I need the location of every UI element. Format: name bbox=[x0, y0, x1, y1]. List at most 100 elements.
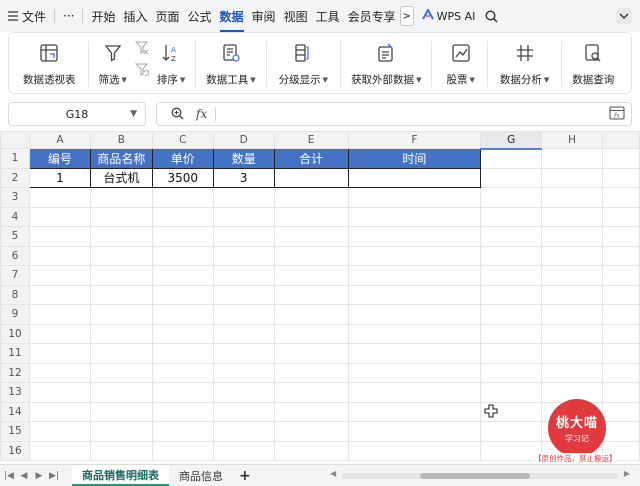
cell[interactable] bbox=[347, 226, 482, 247]
row-header[interactable]: 7 bbox=[0, 265, 30, 286]
cell[interactable] bbox=[541, 304, 604, 325]
cell[interactable] bbox=[541, 206, 604, 227]
header-cell-id[interactable]: 编号 bbox=[28, 148, 91, 169]
cell[interactable] bbox=[28, 362, 91, 383]
tab-data[interactable]: 数据 bbox=[216, 8, 248, 32]
cell[interactable] bbox=[89, 323, 153, 344]
row-header[interactable]: 1 bbox=[0, 148, 30, 169]
row-header[interactable]: 14 bbox=[0, 401, 30, 422]
cell[interactable] bbox=[480, 148, 543, 169]
cell[interactable] bbox=[89, 382, 153, 403]
cell[interactable] bbox=[89, 245, 153, 266]
clear-filter-icon[interactable] bbox=[134, 41, 149, 55]
cell[interactable] bbox=[151, 362, 214, 383]
cell[interactable] bbox=[28, 245, 91, 266]
cell[interactable] bbox=[347, 323, 482, 344]
cell[interactable] bbox=[89, 304, 153, 325]
cell[interactable] bbox=[28, 382, 91, 403]
stocks-button[interactable]: 股票 ▼ bbox=[446, 33, 475, 87]
cell-product-name[interactable]: 台式机 bbox=[89, 167, 153, 188]
header-cell-unit-price[interactable]: 单价 bbox=[151, 148, 214, 169]
cell[interactable] bbox=[480, 440, 543, 461]
row-header[interactable]: 6 bbox=[0, 245, 30, 266]
row-header[interactable]: 3 bbox=[0, 187, 30, 208]
select-all-corner[interactable] bbox=[0, 131, 30, 149]
cell[interactable] bbox=[480, 245, 543, 266]
wps-ai-button[interactable]: WPS AI bbox=[421, 7, 475, 24]
zoom-icon[interactable] bbox=[171, 105, 184, 124]
cell[interactable] bbox=[89, 206, 153, 227]
formula-input-area[interactable]: fx fx bbox=[156, 102, 632, 126]
cell[interactable] bbox=[151, 226, 214, 247]
cell[interactable] bbox=[89, 343, 153, 364]
cell[interactable] bbox=[602, 304, 640, 325]
add-sheet-button[interactable]: + bbox=[239, 468, 251, 484]
get-external-data-button[interactable]: 获取外部数据 ▼ bbox=[351, 33, 421, 87]
cell[interactable] bbox=[480, 304, 543, 325]
cell[interactable] bbox=[212, 421, 275, 442]
cell[interactable] bbox=[347, 206, 482, 227]
cell[interactable] bbox=[28, 284, 91, 305]
cell[interactable] bbox=[212, 265, 275, 286]
cell[interactable] bbox=[89, 284, 153, 305]
cell[interactable] bbox=[347, 401, 482, 422]
cell[interactable] bbox=[480, 226, 543, 247]
cell[interactable] bbox=[347, 440, 482, 461]
menu-file[interactable]: 文件 bbox=[18, 8, 50, 25]
hamburger-icon[interactable] bbox=[8, 11, 18, 21]
cell[interactable] bbox=[28, 440, 91, 461]
cell[interactable] bbox=[273, 362, 349, 383]
row-header[interactable]: 16 bbox=[0, 440, 30, 461]
cell[interactable] bbox=[151, 187, 214, 208]
cell[interactable] bbox=[212, 187, 275, 208]
cell[interactable] bbox=[28, 401, 91, 422]
cell[interactable] bbox=[602, 343, 640, 364]
tab-member[interactable]: 会员专享 bbox=[344, 8, 396, 25]
cell[interactable] bbox=[151, 440, 214, 461]
cell[interactable] bbox=[28, 265, 91, 286]
cell[interactable] bbox=[273, 343, 349, 364]
row-header[interactable]: 15 bbox=[0, 421, 30, 442]
pivot-table-button[interactable]: 数据透视表 bbox=[23, 33, 76, 87]
cell[interactable] bbox=[28, 323, 91, 344]
cell[interactable] bbox=[602, 421, 640, 442]
cell[interactable] bbox=[89, 362, 153, 383]
cell[interactable] bbox=[89, 401, 153, 422]
cell[interactable] bbox=[541, 265, 604, 286]
column-header-a[interactable]: A bbox=[28, 131, 91, 149]
cell[interactable] bbox=[602, 148, 640, 169]
cell-quantity[interactable]: 3 bbox=[212, 167, 275, 188]
cell[interactable] bbox=[151, 382, 214, 403]
cell[interactable] bbox=[212, 323, 275, 344]
cell[interactable] bbox=[151, 421, 214, 442]
header-cell-product-name[interactable]: 商品名称 bbox=[89, 148, 153, 169]
cell-unit-price[interactable]: 3500 bbox=[151, 167, 214, 188]
cell[interactable] bbox=[541, 284, 604, 305]
cell[interactable] bbox=[541, 245, 604, 266]
cell[interactable] bbox=[151, 265, 214, 286]
cell[interactable] bbox=[212, 284, 275, 305]
row-header[interactable]: 8 bbox=[0, 284, 30, 305]
reapply-filter-icon[interactable] bbox=[134, 63, 149, 77]
cell-total[interactable] bbox=[273, 167, 349, 188]
cell[interactable] bbox=[273, 382, 349, 403]
cell[interactable] bbox=[212, 401, 275, 422]
cell[interactable] bbox=[602, 401, 640, 422]
cell[interactable] bbox=[212, 206, 275, 227]
scroll-right-icon[interactable]: ▶ bbox=[624, 469, 630, 478]
cell[interactable] bbox=[212, 304, 275, 325]
column-header-extra[interactable] bbox=[602, 131, 640, 149]
first-sheet-icon[interactable]: |◀ bbox=[3, 471, 15, 481]
row-header[interactable]: 12 bbox=[0, 362, 30, 383]
cell[interactable] bbox=[28, 421, 91, 442]
search-icon[interactable] bbox=[485, 9, 498, 23]
cell[interactable] bbox=[212, 226, 275, 247]
sheet-tab-sales-detail[interactable]: 商品销售明细表 bbox=[72, 465, 169, 486]
scroll-left-icon[interactable]: ◀ bbox=[330, 469, 336, 478]
outline-button[interactable]: 分级显示 ▼ bbox=[279, 33, 328, 87]
cell[interactable] bbox=[273, 245, 349, 266]
cell[interactable] bbox=[273, 323, 349, 344]
cell[interactable] bbox=[480, 362, 543, 383]
cell[interactable] bbox=[480, 206, 543, 227]
column-header-d[interactable]: D bbox=[212, 131, 275, 149]
